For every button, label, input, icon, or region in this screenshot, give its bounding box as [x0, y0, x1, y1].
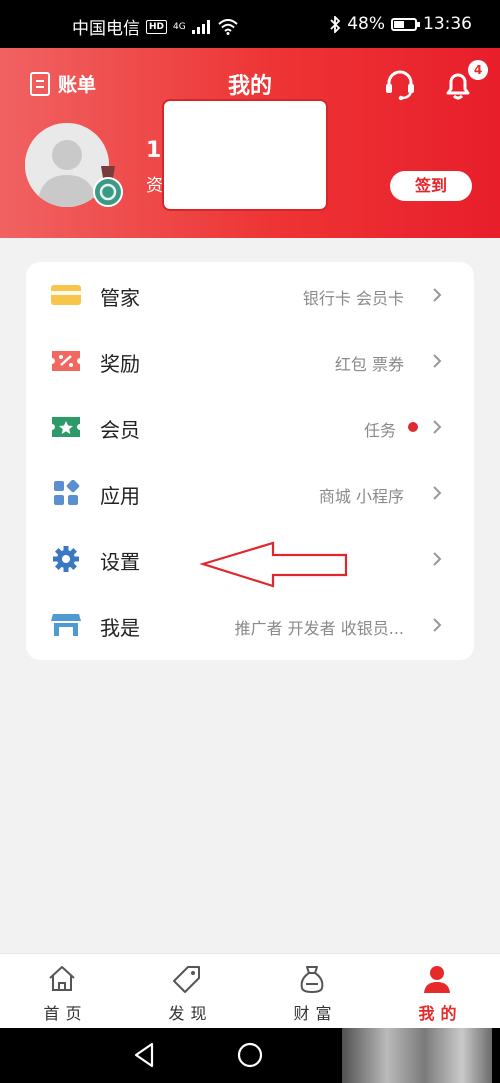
- red-dot-indicator: [408, 422, 418, 432]
- menu-value: 银行卡 会员卡: [302, 289, 404, 308]
- customer-service-icon[interactable]: [383, 68, 417, 102]
- menu-row-butler[interactable]: 管家 银行卡 会员卡: [26, 262, 474, 328]
- pixelated-overlay: [342, 1028, 492, 1083]
- gear-icon: [53, 546, 79, 572]
- chevron-right-icon: [433, 618, 442, 632]
- menu-row-member[interactable]: 会员 任务: [26, 394, 474, 460]
- menu-value: 红包 票券: [334, 355, 404, 374]
- menu-value: 任务: [363, 421, 396, 440]
- chevron-right-icon: [433, 288, 442, 302]
- chevron-right-icon: [433, 486, 442, 500]
- tab-label: 首页: [43, 1004, 88, 1023]
- battery-icon: [391, 17, 420, 31]
- profile-header: 账单 我的 4 1 资 签到: [0, 48, 500, 238]
- menu-row-apps[interactable]: 应用 商城 小程序: [26, 460, 474, 526]
- store-icon: [51, 614, 81, 636]
- money-bag-icon: [300, 966, 324, 994]
- chevron-right-icon: [433, 552, 442, 566]
- tag-icon: [173, 966, 200, 993]
- coupon-icon: [52, 351, 80, 371]
- back-icon[interactable]: [132, 1042, 156, 1068]
- tab-mine[interactable]: 我的: [375, 954, 500, 1029]
- signal-icon: [191, 19, 210, 34]
- member-ticket-icon: [52, 417, 80, 437]
- menu-label: 奖励: [100, 352, 140, 376]
- menu-card: 管家 银行卡 会员卡 奖励 红包 票券 会员 任务 应用 商城 小程序 设置 我…: [26, 262, 474, 660]
- tab-label: 我的: [418, 1004, 463, 1023]
- carrier-label: 中国电信: [72, 19, 140, 39]
- chevron-right-icon: [433, 354, 442, 368]
- user-subtitle: 资: [146, 176, 163, 196]
- home-nav-icon[interactable]: [237, 1042, 263, 1068]
- menu-label: 管家: [100, 286, 140, 310]
- apps-grid-icon: [54, 480, 80, 505]
- annotation-arrow-icon: [200, 541, 348, 588]
- menu-label: 应用: [100, 484, 140, 508]
- clock: 13:36: [423, 14, 472, 34]
- menu-label: 我是: [100, 616, 140, 640]
- bluetooth-icon: [330, 15, 341, 33]
- chevron-right-icon: [433, 420, 442, 434]
- user-name: 1: [146, 138, 162, 163]
- redaction-box: [162, 99, 328, 211]
- menu-label: 设置: [100, 550, 140, 574]
- home-icon: [49, 966, 75, 991]
- menu-row-iam[interactable]: 我是 推广者 开发者 收银员...: [26, 592, 474, 658]
- tab-label: 财富: [293, 1004, 338, 1023]
- wifi-icon: [218, 18, 238, 35]
- medal-icon[interactable]: [92, 166, 124, 208]
- card-icon: [51, 285, 81, 305]
- hd-badge: HD: [146, 19, 168, 34]
- menu-label: 会员: [100, 418, 140, 442]
- signin-button[interactable]: 签到: [390, 171, 472, 201]
- bottom-tab-bar: 首页 发现 财富 我的: [0, 953, 500, 1028]
- page-title: 我的: [227, 74, 272, 99]
- status-bar: 中国电信 HD 4G 48% 13:36: [0, 0, 500, 48]
- tab-wealth[interactable]: 财富: [250, 954, 375, 1029]
- tab-discover[interactable]: 发现: [125, 954, 250, 1029]
- network-type: 4G: [173, 21, 186, 32]
- tab-label: 发现: [168, 1004, 213, 1023]
- menu-value: 商城 小程序: [318, 487, 404, 506]
- tab-home[interactable]: 首页: [0, 954, 125, 1029]
- notification-badge: 4: [468, 60, 488, 80]
- person-icon: [424, 966, 450, 993]
- battery-percent: 48%: [347, 14, 385, 34]
- menu-value: 推广者 开发者 收银员...: [234, 619, 404, 638]
- menu-row-rewards[interactable]: 奖励 红包 票券: [26, 328, 474, 394]
